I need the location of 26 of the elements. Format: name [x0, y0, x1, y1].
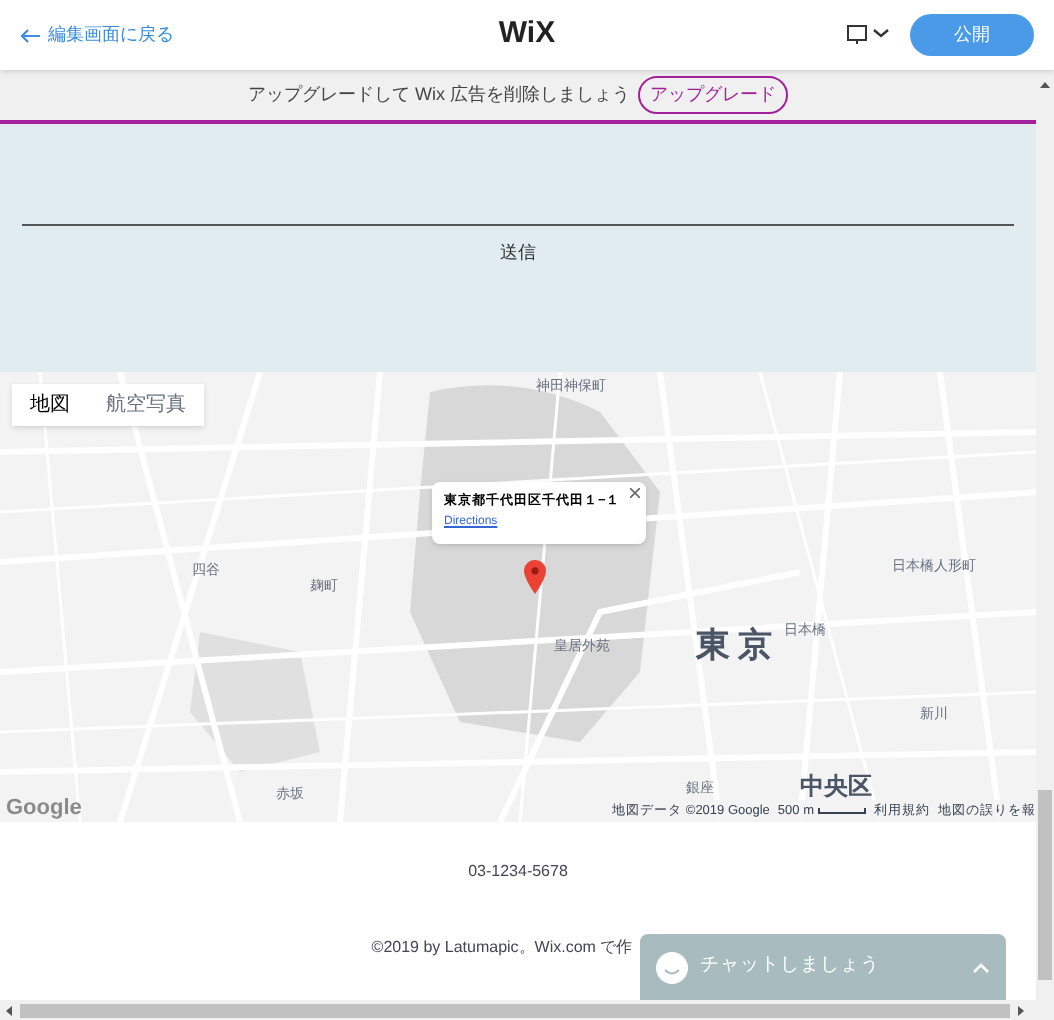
- publish-button[interactable]: 公開: [910, 14, 1034, 56]
- copyright-text: ©2019 by Latumapic。Wix.com で作: [371, 936, 633, 960]
- map-label: 東京: [696, 628, 780, 662]
- submit-button[interactable]: 送信: [484, 240, 552, 267]
- left-arrow-icon: [20, 27, 40, 43]
- provider-logo: Google: [6, 798, 82, 820]
- map-type-tab[interactable]: 地図: [12, 384, 88, 426]
- scroll-up-icon[interactable]: [1040, 82, 1050, 88]
- upgrade-text: アップグレードして Wix 広告を削除しましょう: [248, 81, 630, 108]
- smiley-icon: [656, 951, 688, 983]
- map-type-tab[interactable]: 航空写真: [88, 384, 204, 426]
- chat-label: チャットしましょう: [700, 952, 880, 981]
- phone-number: 03-1234-5678: [468, 860, 568, 884]
- scrollbar-thumb[interactable]: [1038, 790, 1052, 980]
- upgrade-button[interactable]: アップグレード: [638, 76, 788, 114]
- scroll-right-icon[interactable]: [1018, 1005, 1024, 1015]
- close-icon[interactable]: [630, 488, 640, 498]
- logo: WiX: [498, 14, 556, 55]
- scroll-left-icon[interactable]: [6, 1005, 12, 1015]
- scrollbar-thumb[interactable]: [20, 1003, 1010, 1017]
- horizontal-scrollbar[interactable]: [0, 1000, 1054, 1020]
- map-pin-icon: [524, 560, 546, 594]
- map-label: 中央区: [800, 774, 872, 798]
- desktop-icon[interactable]: [846, 24, 890, 46]
- back-link[interactable]: 編集画面に戻る: [20, 21, 174, 49]
- vertical-scrollbar[interactable]: [1036, 70, 1054, 1000]
